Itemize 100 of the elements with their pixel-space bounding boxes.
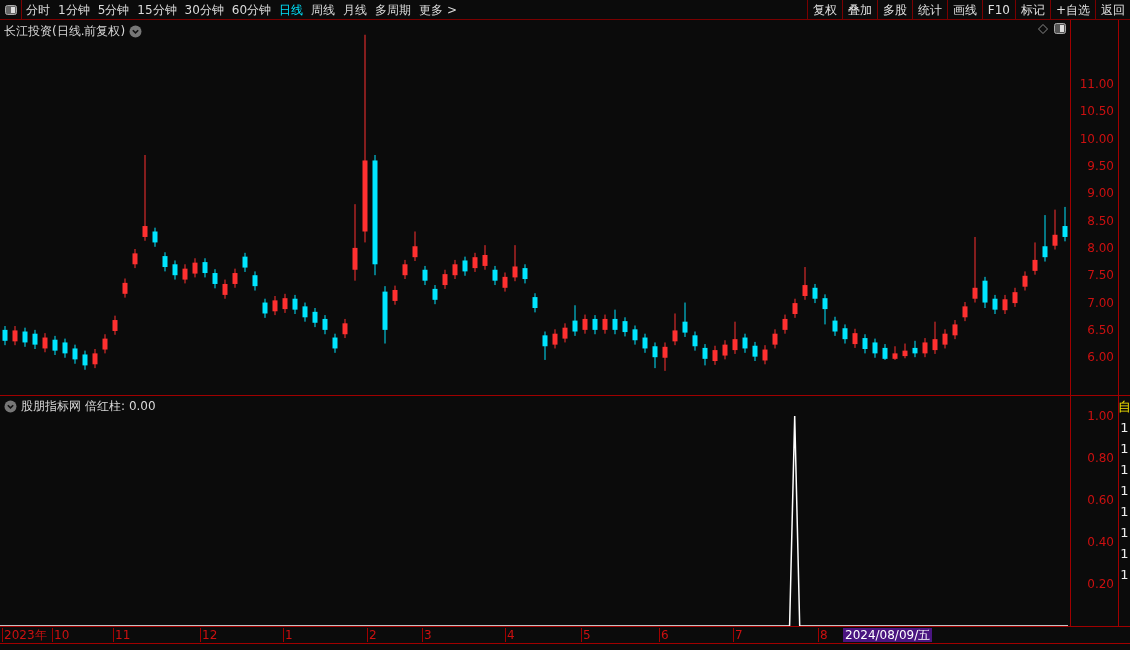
period-tab[interactable]: 更多 > xyxy=(415,0,461,19)
date-axis-label: 2023年 xyxy=(2,628,47,642)
candle xyxy=(782,314,788,335)
period-tab[interactable]: 分时 xyxy=(22,0,54,19)
candle xyxy=(852,328,858,349)
candle xyxy=(422,265,428,286)
date-axis-label: 3 xyxy=(422,628,432,642)
candle xyxy=(392,285,398,306)
candle xyxy=(822,293,828,325)
side-label: 1 xyxy=(1120,524,1129,542)
toolbar-button[interactable]: 多股 xyxy=(876,0,912,19)
period-tab[interactable]: 30分钟 xyxy=(180,0,228,19)
toolbar-button[interactable]: 画线 xyxy=(946,0,982,19)
candle xyxy=(262,298,268,319)
candle xyxy=(992,294,998,315)
candle xyxy=(582,314,588,335)
price-axis-label: 11.00 xyxy=(1079,77,1114,90)
period-tab[interactable]: 月线 xyxy=(339,0,372,19)
price-axis-label: 6.00 xyxy=(1087,351,1114,364)
chevron-down-icon[interactable] xyxy=(4,399,17,413)
toolbar-button[interactable]: 叠加 xyxy=(841,0,877,19)
indicator-axis-label: 0.60 xyxy=(1087,493,1114,506)
indicator-axis-label: 0.80 xyxy=(1087,451,1114,464)
toolbar-button[interactable]: 复权 xyxy=(806,0,842,19)
candle xyxy=(232,268,238,289)
indicator-axis-label: 1.00 xyxy=(1087,409,1114,422)
candle xyxy=(152,227,158,248)
date-axis-label: 5 xyxy=(581,628,591,642)
candle xyxy=(732,321,738,355)
date-axis-label: 12 xyxy=(200,628,218,642)
candle xyxy=(812,283,818,304)
candle xyxy=(1052,209,1058,251)
candle xyxy=(302,302,308,323)
candle xyxy=(282,293,288,314)
toolbar-button[interactable]: +自选 xyxy=(1049,0,1095,19)
candle xyxy=(932,321,938,355)
cursor-date-label: 2024/08/09/五 xyxy=(843,628,933,642)
candle xyxy=(342,318,348,339)
candle xyxy=(332,333,338,354)
candle xyxy=(982,276,988,309)
candle xyxy=(102,333,108,354)
candle xyxy=(892,345,898,361)
date-axis-label: 10 xyxy=(52,628,70,642)
candle xyxy=(762,344,768,365)
period-tab[interactable]: 15分钟 xyxy=(133,0,181,19)
candle xyxy=(942,328,948,349)
candle xyxy=(1002,294,1008,315)
period-tab[interactable]: 周线 xyxy=(307,0,340,19)
date-axis-label: 1 xyxy=(283,628,293,642)
date-axis-label: 11 xyxy=(113,628,131,642)
candle xyxy=(212,268,218,289)
period-tab[interactable]: 60分钟 xyxy=(227,0,276,19)
period-tab[interactable]: 多周期 xyxy=(371,0,416,19)
chevron-down-icon[interactable] xyxy=(129,24,143,38)
candle xyxy=(702,343,708,366)
period-tab[interactable]: 5分钟 xyxy=(93,0,134,19)
candle xyxy=(32,329,38,350)
candle xyxy=(572,304,578,337)
panel-toggle-icon xyxy=(4,4,17,15)
date-axis-label: 8 xyxy=(818,628,828,642)
period-tab[interactable]: 日线 xyxy=(275,0,308,19)
toolbar-button[interactable]: 返回 xyxy=(1095,0,1130,19)
price-axis-label: 8.00 xyxy=(1087,241,1114,254)
candle xyxy=(642,333,648,354)
candle xyxy=(462,256,468,277)
indicator-axis-label: 0.40 xyxy=(1087,535,1114,548)
date-axis-label: 6 xyxy=(659,628,669,642)
candle xyxy=(122,278,128,299)
side-label: 1 xyxy=(1120,503,1129,521)
toolbar-button[interactable]: F10 xyxy=(981,0,1015,19)
indicator-axis-label: 0.20 xyxy=(1087,578,1114,590)
candle xyxy=(502,272,508,293)
toolbar-button[interactable]: 标记 xyxy=(1014,0,1050,19)
candle xyxy=(862,333,868,354)
chart-title: 长江投资(日线.前复权) xyxy=(4,23,126,40)
side-label: 1 xyxy=(1120,461,1129,479)
candle xyxy=(432,284,438,305)
candle xyxy=(482,244,488,271)
candle xyxy=(622,316,628,337)
candle xyxy=(162,251,168,272)
price-axis-label: 8.50 xyxy=(1087,214,1114,227)
side-label: 1 xyxy=(1120,545,1129,563)
candle xyxy=(382,285,388,345)
price-axis-label: 7.00 xyxy=(1087,296,1114,309)
indicator-value: 倍红柱: 0.00 xyxy=(85,398,156,415)
indicator-title: 股朋指标网 xyxy=(21,398,81,415)
candle xyxy=(442,269,448,290)
panel-toggle-icon[interactable] xyxy=(1054,23,1066,34)
period-tab[interactable]: 1分钟 xyxy=(54,0,94,19)
candle xyxy=(722,339,728,360)
toolbar-button[interactable]: 统计 xyxy=(911,0,947,19)
candle xyxy=(272,295,278,316)
candle xyxy=(802,266,808,301)
candle xyxy=(1042,214,1048,263)
candle xyxy=(1062,206,1068,242)
date-axis-label: 2 xyxy=(367,628,377,642)
price-axis-label: 6.50 xyxy=(1087,323,1114,336)
candle xyxy=(532,292,538,313)
candle xyxy=(252,270,258,291)
side-label: 1 xyxy=(1120,440,1129,458)
